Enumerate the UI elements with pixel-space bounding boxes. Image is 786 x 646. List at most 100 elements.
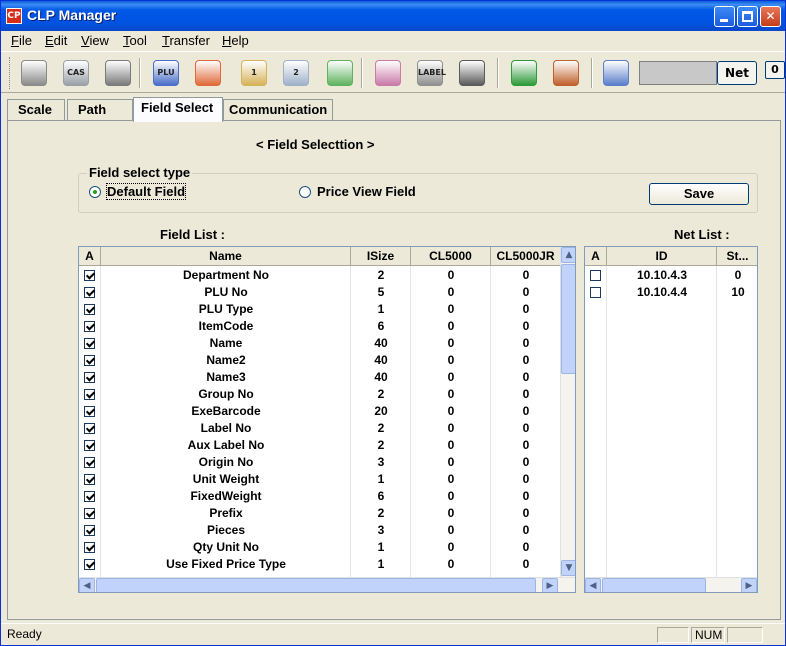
tab-field-select[interactable]: Field Select (133, 97, 223, 122)
table-row[interactable]: Name2 40 0 0 (79, 352, 560, 369)
plu-button[interactable]: PLU (149, 56, 183, 90)
menu-transfer[interactable]: Transfer (162, 33, 210, 48)
cl5000jr-cell: 0 (522, 319, 530, 333)
row-checkbox[interactable] (84, 491, 95, 502)
people-button[interactable] (323, 56, 357, 90)
save-disk-button[interactable]: CAS (59, 56, 93, 90)
row-checkbox[interactable] (84, 321, 95, 332)
table-row[interactable]: Department No 2 0 0 (79, 267, 560, 284)
net-list-grid[interactable]: A ID St... 10.10.4.3 0 10.10.4.4 10 ◀ ▶ (584, 246, 758, 593)
toolbar-grip[interactable] (9, 57, 12, 89)
field-grid-vscrollbar[interactable]: ▲ ▼ (560, 247, 575, 577)
table-row[interactable]: Unit Weight 1 0 0 (79, 471, 560, 488)
row-checkbox[interactable] (590, 287, 601, 298)
price-view-field-radio[interactable] (299, 186, 311, 198)
table-row[interactable]: Prefix 2 0 0 (79, 505, 560, 522)
send-arrow-button[interactable] (507, 56, 541, 90)
table-row[interactable]: Aux Label No 2 0 0 (79, 437, 560, 454)
scroll-up-arrow-icon[interactable]: ▲ (561, 247, 575, 263)
col-header-name[interactable]: Name (101, 247, 351, 266)
net-button[interactable]: Net (717, 61, 757, 85)
row-checkbox[interactable] (84, 542, 95, 553)
scale-2-button[interactable]: 2 (279, 56, 313, 90)
table-row[interactable]: ExeBarcode 20 0 0 (79, 403, 560, 420)
scroll-left-arrow-icon[interactable]: ◀ (79, 578, 95, 592)
menu-file[interactable]: File (11, 33, 32, 48)
receive-arrow-button[interactable] (549, 56, 583, 90)
table-row[interactable]: Qty Unit No 1 0 0 (79, 539, 560, 556)
row-checkbox[interactable] (84, 508, 95, 519)
net-grid-hscrollbar[interactable]: ◀ ▶ (585, 577, 757, 592)
scroll-thumb[interactable] (561, 264, 575, 374)
scroll-down-arrow-icon[interactable]: ▼ (561, 560, 575, 576)
col-header-cl5000jr[interactable]: CL5000JR (491, 247, 561, 266)
menu-tool[interactable]: Tool (123, 33, 147, 48)
scroll-right-arrow-icon[interactable]: ▶ (741, 578, 757, 592)
settings-sheet-button[interactable] (371, 56, 405, 90)
net-col-header-id[interactable]: ID (607, 247, 717, 266)
row-checkbox[interactable] (84, 389, 95, 400)
maximize-button[interactable] (737, 6, 758, 27)
table-row[interactable]: Use Fixed Price Type 1 0 0 (79, 556, 560, 573)
table-row[interactable]: 10.10.4.4 10 (585, 284, 757, 301)
row-checkbox[interactable] (84, 372, 95, 383)
menu-edit[interactable]: Edit (45, 33, 67, 48)
col-header-isize[interactable]: ISize (351, 247, 411, 266)
table-row[interactable]: PLU No 5 0 0 (79, 284, 560, 301)
table-row[interactable]: Name3 40 0 0 (79, 369, 560, 386)
table-row[interactable]: Origin No 3 0 0 (79, 454, 560, 471)
table-row[interactable]: Group No 2 0 0 (79, 386, 560, 403)
menu-help[interactable]: Help (222, 33, 249, 48)
scroll-thumb[interactable] (602, 578, 706, 592)
row-checkbox[interactable] (84, 525, 95, 536)
save-button[interactable]: Save (649, 183, 749, 205)
menu-view[interactable]: View (81, 33, 109, 48)
field-grid-hscrollbar[interactable]: ◀ ▶ (79, 577, 575, 592)
col-header-cl5000[interactable]: CL5000 (411, 247, 491, 266)
row-checkbox[interactable] (590, 270, 601, 281)
close-button[interactable]: ✕ (760, 6, 781, 27)
row-checkbox[interactable] (84, 270, 95, 281)
default-field-label[interactable]: Default Field (105, 183, 187, 200)
table-row[interactable]: FixedWeight 6 0 0 (79, 488, 560, 505)
tab-path[interactable]: Path (67, 99, 133, 121)
net-col-header-status[interactable]: St... (717, 247, 757, 266)
label-button[interactable]: LABEL (413, 56, 447, 90)
row-checkbox[interactable] (84, 338, 95, 349)
title-bar[interactable]: CP CLP Manager ✕ (1, 1, 785, 31)
tools-button[interactable] (599, 56, 633, 90)
net-col-header-a[interactable]: A (585, 247, 607, 266)
scroll-thumb[interactable] (96, 578, 536, 592)
row-checkbox[interactable] (84, 423, 95, 434)
table-row[interactable]: Name 40 0 0 (79, 335, 560, 352)
keyboard-button[interactable] (455, 56, 489, 90)
row-checkbox[interactable] (84, 440, 95, 451)
row-checkbox[interactable] (84, 559, 95, 570)
table-row[interactable]: Pieces 3 0 0 (79, 522, 560, 539)
open-folder-button[interactable] (17, 56, 51, 90)
tab-communication[interactable]: Communication (223, 99, 333, 121)
row-checkbox[interactable] (84, 287, 95, 298)
zero-button[interactable]: 0 (765, 61, 785, 79)
price-view-field-label[interactable]: Price View Field (317, 184, 416, 199)
star-button[interactable] (191, 56, 225, 90)
default-field-radio[interactable] (89, 186, 101, 198)
minimize-button[interactable] (714, 6, 735, 27)
row-checkbox[interactable] (84, 355, 95, 366)
row-checkbox[interactable] (84, 474, 95, 485)
scroll-left-arrow-icon[interactable]: ◀ (585, 578, 601, 592)
field-list-grid[interactable]: A Name ISize CL5000 CL5000JR Department … (78, 246, 576, 593)
table-row[interactable]: Label No 2 0 0 (79, 420, 560, 437)
row-checkbox[interactable] (84, 304, 95, 315)
table-row[interactable]: PLU Type 1 0 0 (79, 301, 560, 318)
tab-scale[interactable]: Scale (7, 99, 65, 121)
col-header-a[interactable]: A (79, 247, 101, 266)
scroll-right-arrow-icon[interactable]: ▶ (542, 578, 558, 592)
row-checkbox[interactable] (84, 457, 95, 468)
status-pane-empty-2 (727, 627, 763, 643)
table-row[interactable]: ItemCode 6 0 0 (79, 318, 560, 335)
scale-1-button[interactable]: 1 (237, 56, 271, 90)
print-button[interactable] (101, 56, 135, 90)
row-checkbox[interactable] (84, 406, 95, 417)
table-row[interactable]: 10.10.4.3 0 (585, 267, 757, 284)
